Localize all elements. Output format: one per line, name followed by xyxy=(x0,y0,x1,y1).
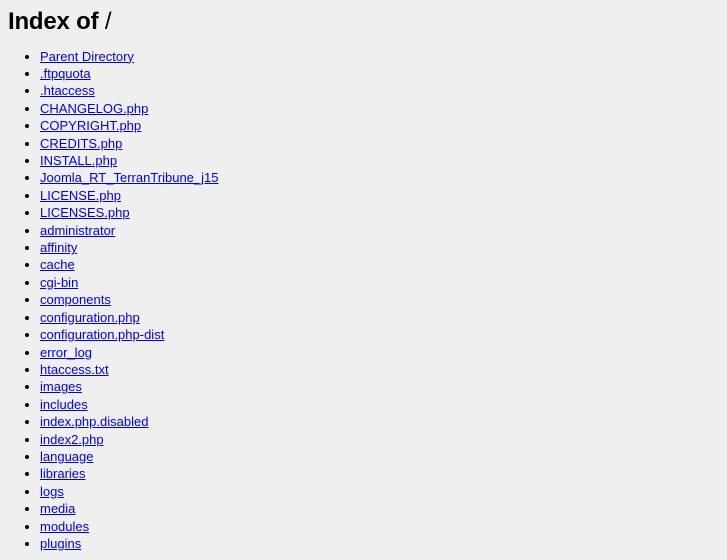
list-item: CREDITS.php xyxy=(40,135,719,152)
list-item: plugins xyxy=(40,535,719,552)
list-item: includes xyxy=(40,396,719,413)
directory-index-page: Index of / Parent Directory .ftpquota .hta… xyxy=(0,0,727,560)
list-item: components xyxy=(40,291,719,308)
directory-entry-link[interactable]: LICENSE.php xyxy=(40,188,121,203)
directory-entry-link[interactable]: error_log xyxy=(40,345,92,360)
list-item: Parent Directory xyxy=(40,48,719,65)
directory-entry-link[interactable]: CHANGELOG.php xyxy=(40,101,148,116)
directory-entry-link[interactable]: Parent Directory xyxy=(40,49,134,64)
directory-entry-link[interactable]: language xyxy=(40,449,94,464)
list-item: error_log xyxy=(40,344,719,361)
list-item: images xyxy=(40,378,719,395)
list-item: media xyxy=(40,500,719,517)
list-item: administrator xyxy=(40,222,719,239)
list-item: COPYRIGHT.php xyxy=(40,117,719,134)
directory-entry-link[interactable]: COPYRIGHT.php xyxy=(40,118,141,133)
directory-entry-link[interactable]: cgi-bin xyxy=(40,275,78,290)
directory-entry-link[interactable]: configuration.php xyxy=(40,310,140,325)
directory-entry-link[interactable]: index.php.disabled xyxy=(40,414,148,429)
list-item: LICENSE.php xyxy=(40,187,719,204)
list-item: affinity xyxy=(40,239,719,256)
directory-entry-link[interactable]: logs xyxy=(40,484,64,499)
directory-entry-link[interactable]: plugins xyxy=(40,536,81,551)
list-item: logs xyxy=(40,483,719,500)
list-item: configuration.php xyxy=(40,309,719,326)
list-item: htaccess.txt xyxy=(40,361,719,378)
list-item: cache xyxy=(40,256,719,273)
directory-entry-link[interactable]: INSTALL.php xyxy=(40,153,117,168)
page-title-prefix: Index of xyxy=(8,8,99,35)
directory-entry-link[interactable]: images xyxy=(40,379,82,394)
list-item: .htaccess xyxy=(40,82,719,99)
directory-entry-link[interactable]: cache xyxy=(40,257,75,272)
page-title: Index of / xyxy=(8,8,719,36)
directory-entry-link[interactable]: LICENSES.php xyxy=(40,205,130,220)
directory-entry-link[interactable]: libraries xyxy=(40,466,86,481)
list-item: LICENSES.php xyxy=(40,204,719,221)
directory-entry-link[interactable]: modules xyxy=(40,519,89,534)
list-item: language xyxy=(40,448,719,465)
directory-entry-link[interactable]: includes xyxy=(40,397,88,412)
list-item: CHANGELOG.php xyxy=(40,100,719,117)
directory-listing: Parent Directory .ftpquota .htaccess CHANGE… xyxy=(8,48,719,553)
directory-entry-link[interactable]: Joomla_RT_TerranTribune_j15 xyxy=(40,170,218,185)
directory-entry-link[interactable]: htaccess.txt xyxy=(40,362,109,377)
directory-entry-link[interactable]: media xyxy=(40,501,75,516)
directory-entry-link[interactable]: .ftpquota xyxy=(40,66,91,81)
page-title-path: / xyxy=(104,8,112,35)
list-item: modules xyxy=(40,518,719,535)
directory-entry-link[interactable]: components xyxy=(40,292,111,307)
directory-entry-link[interactable]: .htaccess xyxy=(40,83,95,98)
list-item: INSTALL.php xyxy=(40,152,719,169)
directory-entry-link[interactable]: CREDITS.php xyxy=(40,136,122,151)
directory-entry-link[interactable]: index2.php xyxy=(40,432,104,447)
directory-entry-link[interactable]: administrator xyxy=(40,223,115,238)
list-item: libraries xyxy=(40,465,719,482)
directory-entry-link[interactable]: affinity xyxy=(40,240,77,255)
list-item: index2.php xyxy=(40,431,719,448)
list-item: configuration.php-dist xyxy=(40,326,719,343)
list-item: .ftpquota xyxy=(40,65,719,82)
list-item: index.php.disabled xyxy=(40,413,719,430)
list-item: Joomla_RT_TerranTribune_j15 xyxy=(40,169,719,186)
list-item: cgi-bin xyxy=(40,274,719,291)
directory-entry-link[interactable]: configuration.php-dist xyxy=(40,327,164,342)
